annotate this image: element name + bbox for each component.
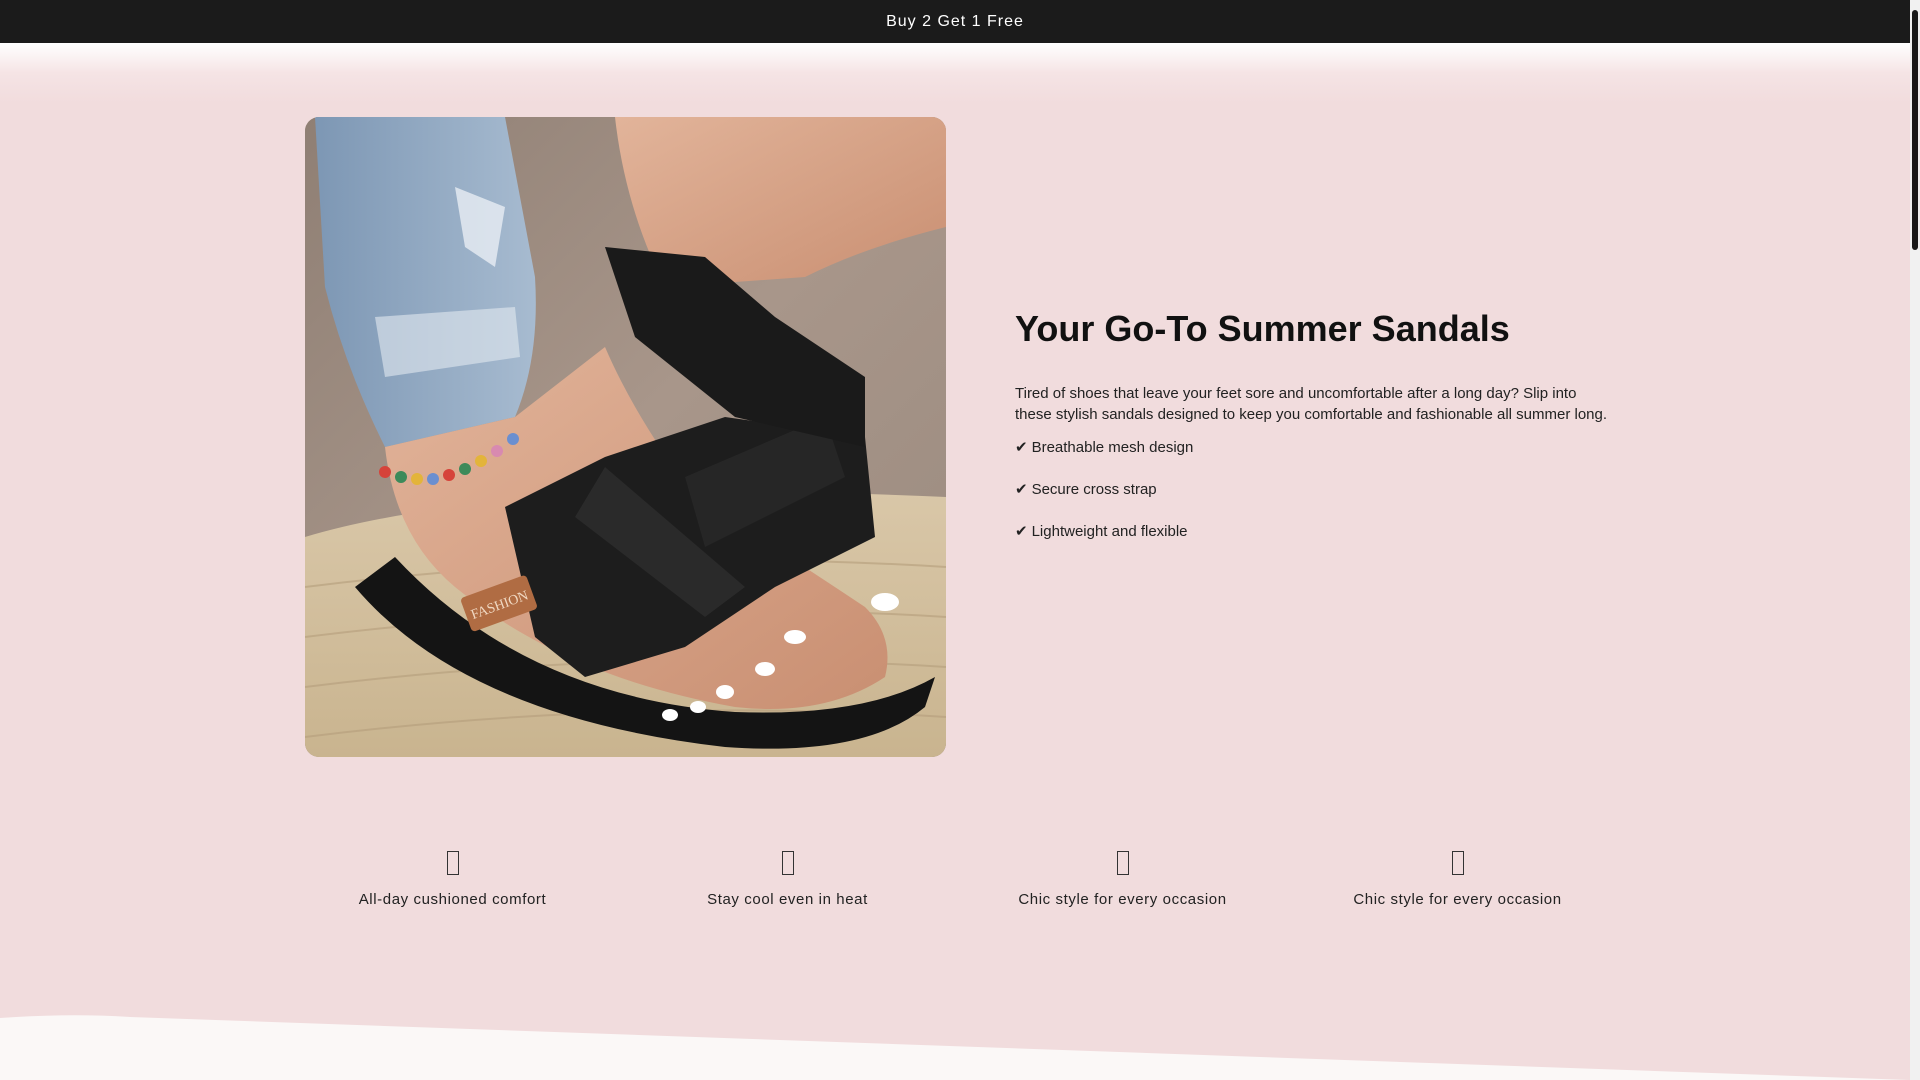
bullet-text: Lightweight and flexible [1031, 523, 1188, 541]
placeholder-glyph-icon [1451, 851, 1464, 875]
bullet-item: ✔ Lightweight and flexible [1015, 521, 1615, 542]
scrollbar-thumb[interactable] [1912, 10, 1918, 250]
hero-description: Tired of shoes that leave your feet sore… [1015, 385, 1608, 424]
bullet-item: ✔ Secure cross strap [1015, 479, 1615, 500]
checkmark-icon: ✔ [1015, 439, 1028, 457]
feature-item: Chic style for every occasion [1290, 843, 1625, 963]
announcement-bar: Buy 2 Get 1 Free [0, 0, 1910, 43]
placeholder-glyph-icon [446, 851, 459, 875]
feature-label: All-day cushioned comfort [358, 891, 547, 908]
hero-title: Your Go-To Summer Sandals [1015, 308, 1510, 349]
checkmark-icon: ✔ [1015, 523, 1028, 541]
announcement-text: Buy 2 Get 1 Free [886, 12, 1024, 30]
feature-item: Chic style for every occasion [955, 843, 1290, 963]
bullet-text: Breathable mesh design [1031, 439, 1194, 457]
feature-bullets: ✔ Breathable mesh design ✔ Secure cross … [1015, 437, 1615, 542]
checkmark-icon: ✔ [1015, 481, 1028, 499]
bullet-item: ✔ Breathable mesh design [1015, 437, 1615, 458]
feature-label: Chic style for every occasion [1353, 891, 1562, 908]
feature-item: Stay cool even in heat [620, 843, 955, 963]
hero-text-block: Your Go-To Summer Sandals Tired of shoes… [1015, 308, 1615, 542]
sandal-photo: FASHION [305, 117, 946, 757]
bullet-text: Secure cross strap [1031, 481, 1157, 499]
placeholder-glyph-icon [1116, 851, 1129, 875]
feature-label: Chic style for every occasion [1018, 891, 1227, 908]
feature-item: All-day cushioned comfort [285, 843, 620, 963]
features-row: All-day cushioned comfort Stay cool even… [285, 843, 1625, 963]
placeholder-glyph-icon [781, 851, 794, 875]
feature-label: Stay cool even in heat [707, 891, 868, 908]
page-content: FASHION Your Go-To Summer Sandals Tired … [0, 43, 1910, 1080]
product-image: FASHION [305, 117, 946, 757]
section-divider [0, 1015, 1910, 1080]
page-scrollbar[interactable] [1910, 0, 1920, 1080]
